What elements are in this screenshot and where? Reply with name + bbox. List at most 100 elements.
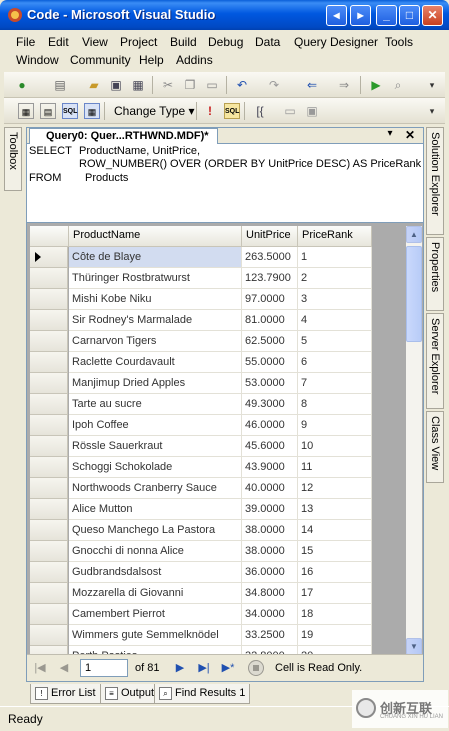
cell-productname[interactable]: Gnocchi di nonna Alice bbox=[69, 541, 242, 562]
window-position-icon[interactable]: ▾ bbox=[383, 128, 397, 139]
table-row[interactable]: Perth Pasties32.800020 bbox=[30, 646, 372, 654]
navigate-forward-icon[interactable]: ⇒ bbox=[336, 77, 352, 93]
row-header[interactable] bbox=[30, 646, 68, 654]
cell-unitprice[interactable]: 32.8000 bbox=[242, 646, 298, 654]
undo-icon[interactable]: ↶ bbox=[234, 77, 250, 93]
row-header[interactable] bbox=[30, 457, 68, 478]
add-item-icon[interactable]: ▤ bbox=[52, 77, 68, 93]
cell-pricerank[interactable]: 18 bbox=[298, 604, 372, 625]
cell-pricerank[interactable]: 3 bbox=[298, 289, 372, 310]
minimize-button[interactable]: _ bbox=[376, 5, 397, 26]
table-row[interactable]: Carnarvon Tigers 62.5000 5 bbox=[30, 331, 372, 352]
add-table-icon[interactable]: ▭ bbox=[282, 103, 298, 119]
cell-productname[interactable]: Mozzarella di Giovanni bbox=[69, 583, 242, 604]
cell-productname[interactable]: Alice Mutton bbox=[69, 499, 242, 520]
close-document-icon[interactable]: ✕ bbox=[403, 128, 417, 142]
grid-vertical-scrollbar[interactable]: ▲ ▼ bbox=[406, 226, 422, 654]
row-header[interactable] bbox=[30, 415, 68, 436]
cell-productname[interactable]: Ipoh Coffee bbox=[69, 415, 242, 436]
table-row[interactable]: Wimmers gute Semmelknödel 33.2500 19 bbox=[30, 625, 372, 646]
table-row[interactable]: Ipoh Coffee 46.0000 9 bbox=[30, 415, 372, 436]
new-record-icon[interactable]: ▶* bbox=[221, 661, 235, 675]
table-row[interactable]: Mozzarella di Giovanni 34.8000 17 bbox=[30, 583, 372, 604]
column-header-productname[interactable]: ProductName bbox=[69, 226, 242, 247]
results-grid[interactable]: ProductName UnitPrice PriceRank Côte de … bbox=[30, 226, 406, 654]
menu-query-designer[interactable]: Query Designer bbox=[294, 35, 378, 49]
cell-unitprice[interactable]: 39.0000 bbox=[242, 499, 298, 520]
new-project-icon[interactable]: ● bbox=[14, 77, 30, 93]
scroll-thumb[interactable] bbox=[406, 246, 422, 342]
cell-unitprice[interactable]: 34.8000 bbox=[242, 583, 298, 604]
cell-productname[interactable]: Mishi Kobe Niku bbox=[69, 289, 242, 310]
table-row[interactable]: Queso Manchego La Pastora 38.0000 14 bbox=[30, 520, 372, 541]
table-row[interactable]: Alice Mutton 39.0000 13 bbox=[30, 499, 372, 520]
change-type-dropdown[interactable]: Change Type ▾ bbox=[108, 100, 201, 122]
execute-sql-icon[interactable]: ! bbox=[202, 103, 218, 119]
menu-debug[interactable]: Debug bbox=[208, 35, 243, 49]
row-header[interactable] bbox=[30, 394, 68, 415]
save-icon[interactable]: ▣ bbox=[108, 77, 124, 93]
cell-unitprice[interactable]: 34.0000 bbox=[242, 604, 298, 625]
row-header[interactable] bbox=[30, 331, 68, 352]
navigate-backward-icon[interactable]: ⇐ bbox=[304, 77, 320, 93]
row-header[interactable] bbox=[30, 310, 68, 331]
cell-productname[interactable]: Sir Rodney's Marmalade bbox=[69, 310, 242, 331]
open-folder-icon[interactable]: ▰ bbox=[86, 77, 102, 93]
cell-productname[interactable]: Côte de Blaye bbox=[69, 247, 242, 268]
cell-productname[interactable]: Schoggi Schokolade bbox=[69, 457, 242, 478]
row-header[interactable] bbox=[30, 541, 68, 562]
cell-productname[interactable]: Camembert Pierrot bbox=[69, 604, 242, 625]
table-row[interactable]: Northwoods Cranberry Sauce 40.0000 12 bbox=[30, 478, 372, 499]
menu-help[interactable]: Help bbox=[139, 53, 164, 67]
query-tab[interactable]: Query0: Quer...RTHWND.MDF)* bbox=[29, 128, 218, 145]
row-header[interactable] bbox=[30, 373, 68, 394]
table-row[interactable]: Rössle Sauerkraut 45.6000 10 bbox=[30, 436, 372, 457]
cell-productname[interactable]: Gudbrandsdalsost bbox=[69, 562, 242, 583]
cell-pricerank[interactable]: 2 bbox=[298, 268, 372, 289]
cell-unitprice[interactable]: 33.2500 bbox=[242, 625, 298, 646]
cell-pricerank[interactable]: 14 bbox=[298, 520, 372, 541]
row-header[interactable] bbox=[30, 268, 68, 289]
cell-unitprice[interactable]: 263.5000 bbox=[242, 247, 298, 268]
table-row[interactable]: Raclette Courdavault 55.0000 6 bbox=[30, 352, 372, 373]
cell-pricerank[interactable]: 19 bbox=[298, 625, 372, 646]
menu-addins[interactable]: Addins bbox=[176, 53, 213, 67]
cell-unitprice[interactable]: 97.0000 bbox=[242, 289, 298, 310]
last-record-icon[interactable]: ▶| bbox=[197, 661, 211, 675]
show-results-pane-icon[interactable]: ▦ bbox=[84, 103, 100, 119]
tab-class-view[interactable]: Class View bbox=[426, 411, 444, 483]
find-icon[interactable]: ⌕ bbox=[390, 77, 406, 93]
cell-pricerank[interactable]: 13 bbox=[298, 499, 372, 520]
menu-data[interactable]: Data bbox=[255, 35, 280, 49]
table-row[interactable]: Schoggi Schokolade 43.9000 11 bbox=[30, 457, 372, 478]
cell-unitprice[interactable]: 81.0000 bbox=[242, 310, 298, 331]
cell-pricerank[interactable]: 12 bbox=[298, 478, 372, 499]
row-header[interactable] bbox=[30, 583, 68, 604]
cell-unitprice[interactable]: 53.0000 bbox=[242, 373, 298, 394]
cell-pricerank[interactable]: 9 bbox=[298, 415, 372, 436]
cell-productname[interactable]: Tarte au sucre bbox=[69, 394, 242, 415]
row-header[interactable] bbox=[30, 436, 68, 457]
nav-back-button[interactable]: ◂ bbox=[326, 5, 347, 26]
cell-unitprice[interactable]: 49.3000 bbox=[242, 394, 298, 415]
column-header-pricerank[interactable]: PriceRank bbox=[298, 226, 372, 247]
cell-pricerank[interactable]: 20 bbox=[298, 646, 372, 654]
table-row[interactable]: Mishi Kobe Niku 97.0000 3 bbox=[30, 289, 372, 310]
cell-pricerank[interactable]: 7 bbox=[298, 373, 372, 394]
stop-execution-icon[interactable] bbox=[248, 660, 264, 676]
cell-unitprice[interactable]: 62.5000 bbox=[242, 331, 298, 352]
sql-pane[interactable]: SELECT ProductName, UnitPrice, ROW_NUMBE… bbox=[29, 144, 423, 220]
table-row[interactable]: Tarte au sucre 49.3000 8 bbox=[30, 394, 372, 415]
menu-edit[interactable]: Edit bbox=[48, 35, 69, 49]
cell-unitprice[interactable]: 45.6000 bbox=[242, 436, 298, 457]
cell-unitprice[interactable]: 36.0000 bbox=[242, 562, 298, 583]
start-debugging-icon[interactable]: ▶ bbox=[368, 77, 384, 93]
show-criteria-pane-icon[interactable]: ▤ bbox=[40, 103, 56, 119]
table-row[interactable]: Gnocchi di nonna Alice 38.0000 15 bbox=[30, 541, 372, 562]
tab-find-results[interactable]: ⌕ Find Results 1 bbox=[154, 684, 251, 704]
previous-record-icon[interactable]: ◀ bbox=[57, 661, 71, 675]
cell-pricerank[interactable]: 1 bbox=[298, 247, 372, 268]
row-header[interactable] bbox=[30, 289, 68, 310]
table-row[interactable]: Côte de Blaye 263.5000 1 bbox=[30, 247, 372, 268]
paste-icon[interactable]: ▭ bbox=[204, 77, 220, 93]
